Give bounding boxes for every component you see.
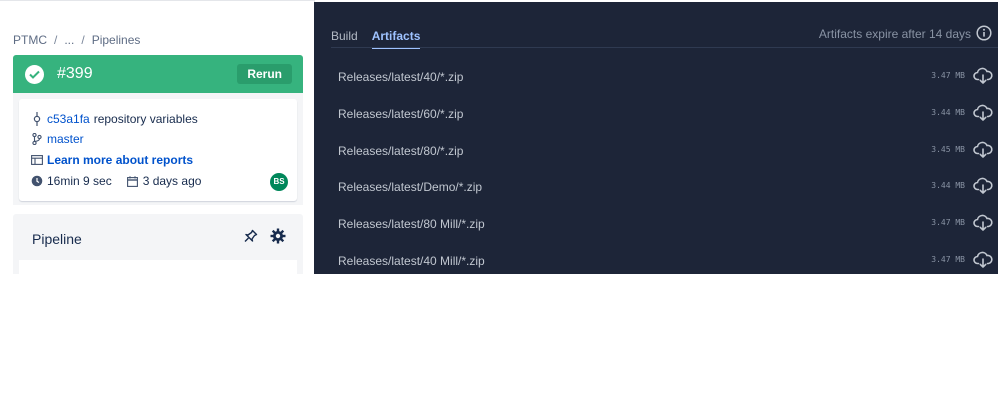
cloud-download-icon[interactable]: [973, 214, 993, 237]
info-icon[interactable]: [976, 25, 992, 46]
breadcrumb-item-pipelines[interactable]: Pipelines: [92, 33, 141, 47]
clock-icon: [30, 174, 44, 188]
report-icon: [30, 153, 44, 167]
pipeline-card: Pipeline: [13, 214, 303, 274]
top-border: [0, 0, 314, 1]
branch-icon: [30, 132, 44, 146]
learn-reports-link[interactable]: Learn more about reports: [47, 153, 193, 167]
avatar[interactable]: BS: [270, 173, 288, 191]
gear-icon[interactable]: [270, 228, 286, 249]
artifact-row: Releases/latest/Demo/*.zip 3.44 MB: [314, 170, 998, 206]
cloud-download-icon[interactable]: [973, 177, 993, 200]
cloud-download-icon[interactable]: [973, 67, 993, 90]
artifact-path[interactable]: Releases/latest/40/*.zip: [338, 70, 463, 84]
left-panel: PTMC /... / Pipelines #399 Rerun c53a1fa re…: [0, 0, 315, 274]
artifact-size: 3.44 MB: [931, 108, 965, 117]
reports-row: Learn more about reports: [30, 153, 193, 167]
pipeline-title: Pipeline: [32, 231, 82, 247]
cloud-download-icon[interactable]: [973, 251, 993, 274]
tab-bar: Build Artifacts: [331, 29, 434, 49]
tab-build[interactable]: Build: [331, 29, 358, 47]
branch-row: master: [30, 132, 84, 146]
duration-text: 16min 9 sec: [47, 174, 112, 188]
commit-icon: [30, 112, 44, 126]
breadcrumb: PTMC /... / Pipelines: [13, 33, 140, 47]
commit-hash-link[interactable]: c53a1fa: [47, 112, 90, 126]
artifact-row: Releases/latest/60/*.zip 3.44 MB: [314, 97, 998, 133]
cloud-download-icon[interactable]: [973, 141, 993, 164]
check-circle-icon: [25, 65, 44, 84]
calendar-icon: [126, 174, 140, 188]
pipeline-content: [19, 260, 297, 274]
artifact-size: 3.44 MB: [931, 181, 965, 190]
artifact-path[interactable]: Releases/latest/Demo/*.zip: [338, 180, 482, 194]
tab-artifacts[interactable]: Artifacts: [371, 29, 421, 49]
artifact-path[interactable]: Releases/latest/40 Mill/*.zip: [338, 254, 485, 268]
cloud-download-icon[interactable]: [973, 104, 993, 127]
build-status-bar: #399 Rerun: [13, 55, 303, 93]
tab-divider: [331, 47, 998, 48]
rerun-button[interactable]: Rerun: [237, 64, 292, 84]
breadcrumb-item-project[interactable]: PTMC: [13, 33, 47, 47]
breadcrumb-separator: /: [54, 33, 58, 47]
branch-link[interactable]: master: [47, 132, 84, 146]
build-details-container: c53a1fa repository variables master Lear…: [13, 93, 303, 205]
commit-message: repository variables: [93, 112, 198, 126]
breadcrumb-item-ellipsis[interactable]: ...: [64, 33, 74, 47]
artifact-size: 3.45 MB: [931, 145, 965, 154]
build-number: #399: [57, 65, 93, 82]
build-details-card: c53a1fa repository variables master Lear…: [19, 99, 297, 201]
artifact-path[interactable]: Releases/latest/60/*.zip: [338, 107, 463, 121]
artifact-row: Releases/latest/40 Mill/*.zip 3.47 MB: [314, 244, 998, 280]
date-text: 3 days ago: [142, 174, 202, 188]
artifact-path[interactable]: Releases/latest/80/*.zip: [338, 144, 463, 158]
breadcrumb-separator: /: [81, 33, 85, 47]
artifact-size: 3.47 MB: [931, 71, 965, 80]
artifact-path[interactable]: Releases/latest/80 Mill/*.zip: [338, 217, 485, 231]
pin-icon[interactable]: [244, 229, 258, 250]
commit-row: c53a1fa repository variables: [30, 112, 198, 126]
artifact-row: Releases/latest/80/*.zip 3.45 MB: [314, 134, 998, 170]
artifact-size: 3.47 MB: [931, 218, 965, 227]
artifact-size: 3.47 MB: [931, 255, 965, 264]
artifact-row: Releases/latest/40/*.zip 3.47 MB: [314, 60, 998, 96]
artifacts-panel: Build Artifacts Artifacts expire after 14…: [314, 2, 998, 274]
artifact-row: Releases/latest/80 Mill/*.zip 3.47 MB: [314, 207, 998, 243]
meta-row: 16min 9 sec 3 days ago: [30, 174, 201, 188]
expire-notice: Artifacts expire after 14 days: [818, 27, 971, 41]
